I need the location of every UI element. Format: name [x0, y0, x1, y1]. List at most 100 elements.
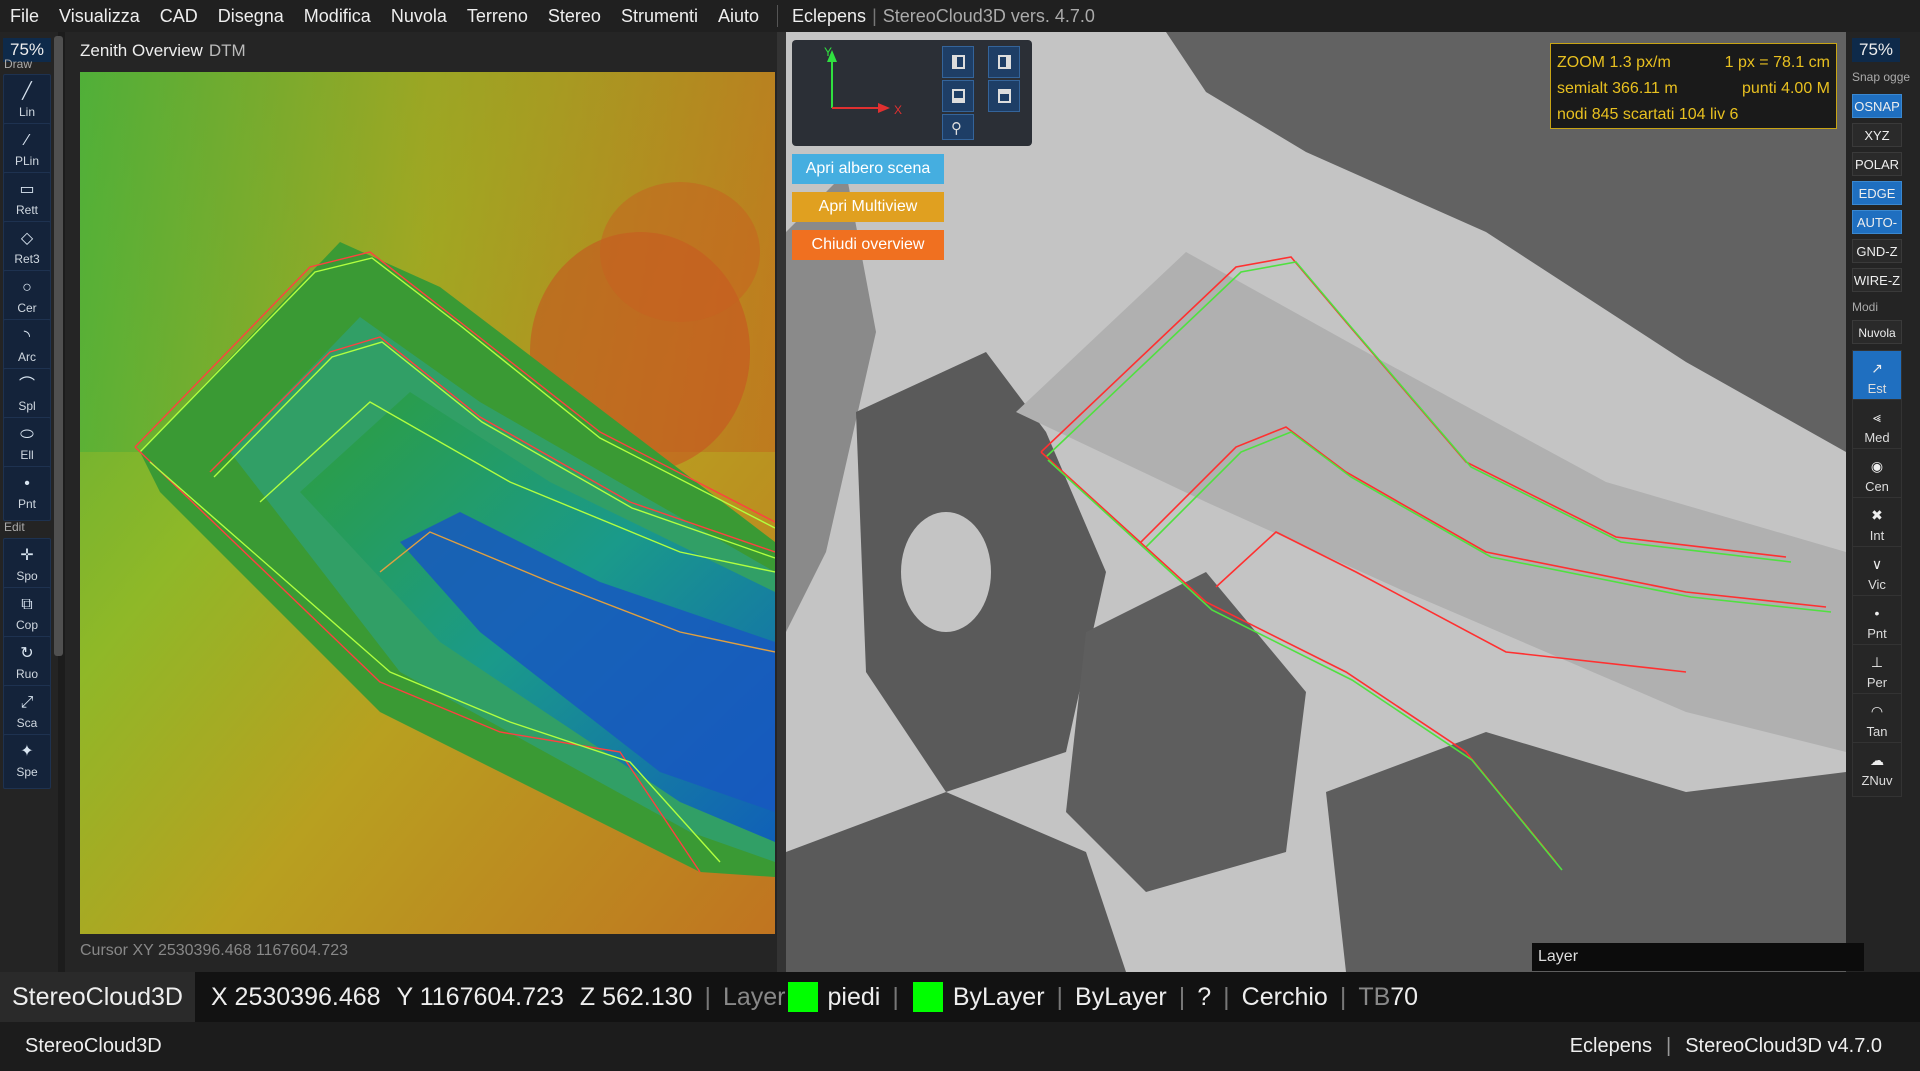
tool-cer-button[interactable]: ○ Cer: [3, 270, 51, 325]
view-zoom-button[interactable]: ⚲: [942, 114, 974, 140]
tool-sca-button[interactable]: ⤢ Sca: [3, 685, 51, 740]
menu-bar: File Visualizza CAD Disegna Modifica Nuvola Te…: [0, 0, 1920, 32]
tool-label: Cen: [1865, 479, 1889, 494]
rotate-icon: ↻: [20, 645, 34, 662]
nearest-icon: ∨: [1871, 556, 1883, 572]
tool-spo-button[interactable]: ✛ Spo: [3, 538, 51, 593]
tool-pnt-button[interactable]: • Pnt: [1852, 595, 1902, 650]
tool-ell-button[interactable]: ⬭ Ell: [3, 417, 51, 472]
menu-disegna[interactable]: Disegna: [208, 0, 294, 32]
tool-label: Spe: [16, 765, 38, 779]
snap-zoom-indicator[interactable]: 75%: [1852, 38, 1900, 62]
menu-file[interactable]: File: [0, 0, 49, 32]
tool-label: Ret3: [14, 252, 40, 266]
footer-separator: |: [1666, 1035, 1672, 1057]
tool-int-button[interactable]: ✖ Int: [1852, 497, 1902, 552]
status-color[interactable]: ByLayer: [945, 983, 1053, 1012]
tool-tan-button[interactable]: ◠ Tan: [1852, 693, 1902, 748]
view-left-button[interactable]: [942, 46, 974, 78]
rect3-icon: ◇: [20, 230, 34, 247]
tool-label: Int: [1869, 528, 1885, 543]
menu-visualizza[interactable]: Visualizza: [49, 0, 150, 32]
tool-label: Vic: [1868, 577, 1886, 592]
tool-cen-button[interactable]: ◉ Cen: [1852, 448, 1902, 503]
bylayer-color-swatch[interactable]: [912, 982, 943, 1012]
snap-xyz-toggle[interactable]: XYZ: [1852, 123, 1902, 147]
mode-select[interactable]: Nuvola: [1852, 320, 1902, 344]
tool-label: Sca: [16, 716, 38, 730]
layer-color-swatch[interactable]: [787, 982, 818, 1012]
status-linetype[interactable]: ByLayer: [1067, 983, 1175, 1012]
menu-modifica[interactable]: Modifica: [294, 0, 381, 32]
tool-spe-button[interactable]: ✦ Spe: [3, 734, 51, 789]
axis-x-label: X: [894, 103, 902, 117]
tool-label: Pnt: [1867, 626, 1887, 641]
tool-cop-button[interactable]: ⧉ Cop: [3, 587, 51, 642]
point-cloud-image[interactable]: [786, 32, 1846, 972]
footer-project: Eclepens: [1569, 1035, 1652, 1057]
tool-pnt-button[interactable]: • Pnt: [3, 466, 51, 521]
overview-title: Zenith Overview DTM: [80, 41, 246, 60]
menu-stereo[interactable]: Stereo: [538, 0, 611, 32]
status-separator: |: [1339, 982, 1347, 1011]
tool-label: Ell: [20, 448, 34, 462]
spline-icon: ⌒: [18, 377, 35, 394]
tool-ret3-button[interactable]: ◇ Ret3: [3, 221, 51, 276]
tangent-icon: ◠: [1870, 703, 1884, 719]
view-top-button[interactable]: [988, 80, 1020, 112]
menu-strumenti[interactable]: Strumenti: [611, 0, 708, 32]
tool-ruo-button[interactable]: ↻ Ruo: [3, 636, 51, 691]
tool-lin-button[interactable]: ╱ Lin: [3, 74, 51, 129]
scale-icon: ⤢: [20, 694, 34, 711]
dtm-map[interactable]: [80, 72, 775, 934]
zenith-overview-panel: Zenith Overview DTM Cursor XY 2530396.46…: [65, 32, 777, 972]
tool-label: Spo: [16, 569, 38, 583]
tool-label: Per: [1866, 675, 1888, 690]
tool-rett-button[interactable]: ▭ Rett: [3, 172, 51, 227]
menu-nuvola[interactable]: Nuvola: [381, 0, 457, 32]
arc-icon: ◝: [23, 328, 31, 345]
tool-vic-button[interactable]: ∨ Vic: [1852, 546, 1902, 601]
tool-znuv-button[interactable]: ☁ ZNuv: [1852, 742, 1902, 797]
status-separator: |: [1056, 982, 1064, 1011]
view-bottom-button[interactable]: [942, 80, 974, 112]
menu-aiuto[interactable]: Aiuto: [708, 0, 769, 32]
snap-wire-z-toggle[interactable]: WIRE-Z: [1852, 268, 1902, 292]
view-right-button[interactable]: [988, 46, 1020, 78]
snap-osnap-toggle[interactable]: OSNAP: [1852, 94, 1902, 118]
panel-right-icon: [998, 55, 1011, 69]
snap-auto-z-toggle[interactable]: AUTO-Z: [1852, 210, 1902, 254]
open-multiview-button[interactable]: Apri Multiview: [792, 192, 944, 222]
status-separator: |: [1178, 982, 1186, 1011]
tool-label: Cer: [17, 301, 37, 315]
snap-edge-toggle[interactable]: EDGE: [1852, 181, 1902, 205]
tool-label: Ruo: [15, 667, 38, 681]
draw-toolbar: 75% Draw ╱ Lin ⁄ PLin ▭ Rett ◇ Ret3 ○ Cer ◝ Arc ⌒ Spl…: [0, 32, 58, 972]
point-cloud-viewport[interactable]: Y X ⚲ Apri albero scena Apri Multiview C…: [786, 32, 1846, 972]
tool-arc-button[interactable]: ◝ Arc: [3, 319, 51, 374]
status-x: X 2530396.468: [210, 982, 381, 1011]
intersection-icon: ✖: [1871, 507, 1883, 523]
panel-divider[interactable]: [777, 32, 786, 972]
tool-label: Arc: [18, 350, 36, 364]
status-layer[interactable]: piedi: [820, 983, 889, 1012]
footer-version: StereoCloud3D v4.7.0: [1685, 1035, 1882, 1057]
semi-height: semialt 366.11 m: [1557, 80, 1678, 97]
tool-label: Cop: [15, 618, 38, 632]
tool-plin-button[interactable]: ⁄ PLin: [3, 123, 51, 178]
status-help[interactable]: ?: [1189, 983, 1219, 1012]
tool-per-button[interactable]: ⊥ Per: [1852, 644, 1902, 699]
tool-label: Rett: [15, 203, 38, 217]
open-scene-tree-button[interactable]: Apri albero scena: [792, 154, 944, 184]
tool-med-button[interactable]: ⪡ Med: [1852, 399, 1902, 454]
snap-polar-toggle[interactable]: POLAR: [1852, 152, 1902, 176]
tool-est-button[interactable]: ↗ Est: [1852, 350, 1902, 405]
toolbar-scrollbar[interactable]: [54, 36, 63, 656]
status-layer-label: Layer: [722, 982, 786, 1011]
polyline-icon: ⁄: [25, 132, 29, 149]
close-overview-button[interactable]: Chiudi overview: [792, 230, 944, 260]
tool-spl-button[interactable]: ⌒ Spl: [3, 368, 51, 423]
snap-gnd-z-toggle[interactable]: GND-Z: [1852, 239, 1902, 263]
menu-cad[interactable]: CAD: [150, 0, 208, 32]
menu-terreno[interactable]: Terreno: [457, 0, 538, 32]
